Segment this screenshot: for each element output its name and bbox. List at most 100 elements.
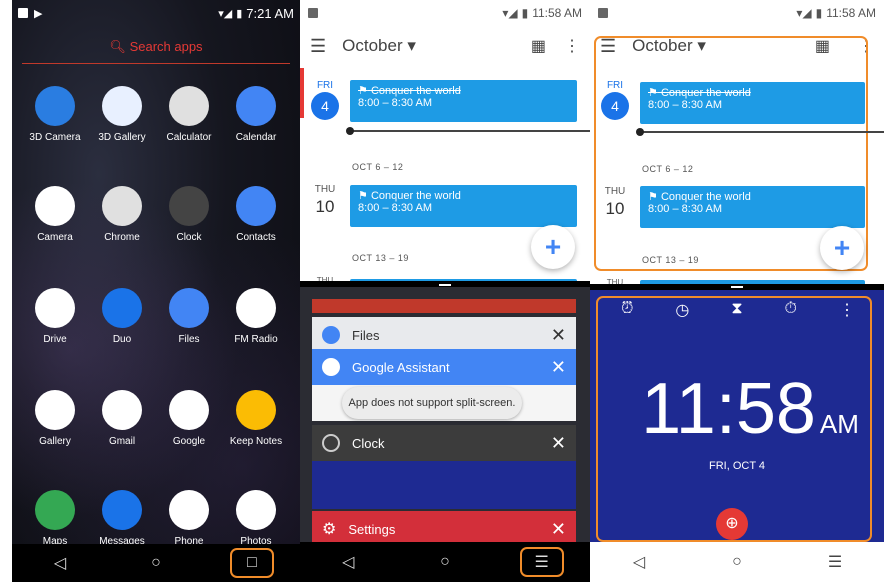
app-label: Camera	[37, 232, 73, 243]
files-icon	[322, 326, 340, 344]
app-keep-notes[interactable]: Keep Notes	[221, 390, 291, 447]
status-bar: ▾◢ ▮ 11:58 AM	[300, 0, 590, 26]
home-button[interactable]: ○	[134, 548, 178, 578]
3d-gallery-icon	[102, 86, 142, 126]
app-fm-radio[interactable]: FM Radio	[221, 288, 291, 345]
add-event-button[interactable]: +	[820, 226, 864, 270]
app-contacts[interactable]: Contacts	[221, 186, 291, 243]
app-label: Calendar	[235, 132, 277, 143]
app-3d-gallery[interactable]: 3D Gallery	[87, 86, 157, 143]
month-dropdown[interactable]: October ▾	[342, 36, 531, 56]
event-card[interactable]: ⚑ Conquer the world 8:00 – 8:30 AM	[350, 185, 577, 227]
app-photos[interactable]: Photos	[221, 490, 291, 547]
clock-panel: ⏰︎ ◷ ⧗ ⏱︎ ⋮ 11:58 AM FRI, OCT 4 ⊕	[590, 290, 884, 542]
menu-icon[interactable]: ☰	[310, 36, 326, 57]
app-label: Clock	[176, 232, 202, 243]
recent-card-clock[interactable]: Clock ✕	[312, 425, 576, 461]
event-card[interactable]: ⚑ Conquer the world 8:00 – 8:30 AM	[640, 186, 865, 228]
app-drive[interactable]: Drive	[20, 288, 90, 345]
wifi-icon: ▾◢	[796, 6, 812, 20]
close-icon[interactable]: ✕	[551, 519, 566, 540]
app-label: Calculator	[166, 132, 212, 143]
drive-icon	[35, 288, 75, 328]
calendar-toolbar: ☰ October ▾ ▦ ⋮	[300, 26, 590, 66]
event-card[interactable]: ⚑ Conquer the world 8:00 – 8:30 AM	[640, 82, 865, 124]
image-icon	[18, 8, 28, 18]
timer-icon[interactable]: ⧗	[731, 300, 742, 320]
app-label: FM Radio	[234, 334, 278, 345]
alarm-icon[interactable]: ⏰︎	[621, 300, 633, 320]
search-icon: 🔍︎	[109, 39, 126, 54]
home-button[interactable]: ○	[423, 547, 467, 577]
app-duo[interactable]: Duo	[87, 288, 157, 345]
recent-card-files[interactable]: Files ✕	[312, 317, 576, 353]
clock-icon	[322, 434, 340, 452]
flag-icon: ⚑	[358, 85, 368, 97]
app-label: Files	[178, 334, 200, 345]
3d-camera-icon	[35, 86, 75, 126]
recents-button[interactable]: ☰	[813, 547, 857, 577]
gallery-icon	[35, 390, 75, 430]
event-card[interactable]: ⚑ Conquer the world 8:00 – 8:30 AM	[350, 80, 577, 122]
recent-card-google-assistant[interactable]: Google Assistant ✕	[312, 349, 576, 385]
day-thu: THU 10	[314, 184, 336, 216]
nav-bar: ◁ ○ ☰	[300, 542, 590, 582]
maps-icon	[35, 490, 75, 530]
app-messages[interactable]: Messages	[87, 490, 157, 547]
battery-icon: ▮	[236, 7, 243, 20]
recents-button[interactable]: □	[230, 548, 274, 578]
app-google[interactable]: Google	[154, 390, 224, 447]
week-label: OCT 6 – 12	[352, 162, 404, 172]
app-phone[interactable]: Phone	[154, 490, 224, 547]
back-button[interactable]: ◁	[326, 547, 370, 577]
app-calendar[interactable]: Calendar	[221, 86, 291, 143]
app-label: Chrome	[104, 232, 140, 243]
day-fri: FRI 4	[308, 80, 342, 121]
status-time: 11:58 AM	[532, 6, 582, 20]
app-label: Contacts	[236, 232, 276, 243]
app-maps[interactable]: Maps	[20, 490, 90, 547]
app-clock[interactable]: Clock	[154, 186, 224, 243]
clock-icon	[169, 186, 209, 226]
app-label: 3D Gallery	[98, 132, 146, 143]
play-icon: ▶	[34, 7, 43, 20]
close-icon[interactable]: ✕	[551, 433, 566, 454]
gmail-icon	[102, 390, 142, 430]
phone-icon	[169, 490, 209, 530]
clock-icon[interactable]: ◷	[675, 300, 689, 320]
more-icon[interactable]: ⋮	[564, 36, 580, 56]
home-button[interactable]: ○	[715, 547, 759, 577]
recent-card-settings[interactable]: ⚙ Settings ✕	[312, 511, 576, 542]
app-3d-camera[interactable]: 3D Camera	[20, 86, 90, 143]
close-icon[interactable]: ✕	[551, 325, 566, 346]
app-calculator[interactable]: Calculator	[154, 86, 224, 143]
day-fri: FRI 4	[598, 80, 632, 121]
image-icon	[308, 8, 318, 18]
wifi-icon: ▾◢	[502, 6, 518, 20]
status-time: 11:58 AM	[826, 6, 876, 20]
app-files[interactable]: Files	[154, 288, 224, 345]
contacts-icon	[236, 186, 276, 226]
duo-icon	[102, 288, 142, 328]
back-button[interactable]: ◁	[617, 547, 661, 577]
more-icon[interactable]: ⋮	[839, 300, 855, 320]
close-icon[interactable]: ✕	[551, 357, 566, 378]
app-gmail[interactable]: Gmail	[87, 390, 157, 447]
calendar-today-icon[interactable]: ▦	[531, 36, 546, 56]
battery-icon: ▮	[521, 6, 529, 20]
search-apps-label: Search apps	[129, 39, 203, 54]
stopwatch-icon[interactable]: ⏱︎	[785, 300, 797, 320]
search-apps-bar[interactable]: 🔍︎ Search apps	[22, 34, 290, 64]
back-button[interactable]: ◁	[38, 548, 82, 578]
app-drawer-panel: ▶ ▾◢ ▮ 7:21 AM 🔍︎ Search apps 3D Camera 3…	[12, 0, 300, 582]
chrome-icon	[102, 186, 142, 226]
add-event-button[interactable]: +	[531, 225, 575, 269]
app-chrome[interactable]: Chrome	[87, 186, 157, 243]
recents-button[interactable]: ☰	[519, 547, 564, 577]
calculator-icon	[169, 86, 209, 126]
app-camera[interactable]: Camera	[20, 186, 90, 243]
world-clock-button[interactable]: ⊕	[716, 508, 748, 540]
image-icon	[598, 8, 608, 18]
app-gallery[interactable]: Gallery	[20, 390, 90, 447]
flag-icon: ⚑	[648, 87, 658, 99]
